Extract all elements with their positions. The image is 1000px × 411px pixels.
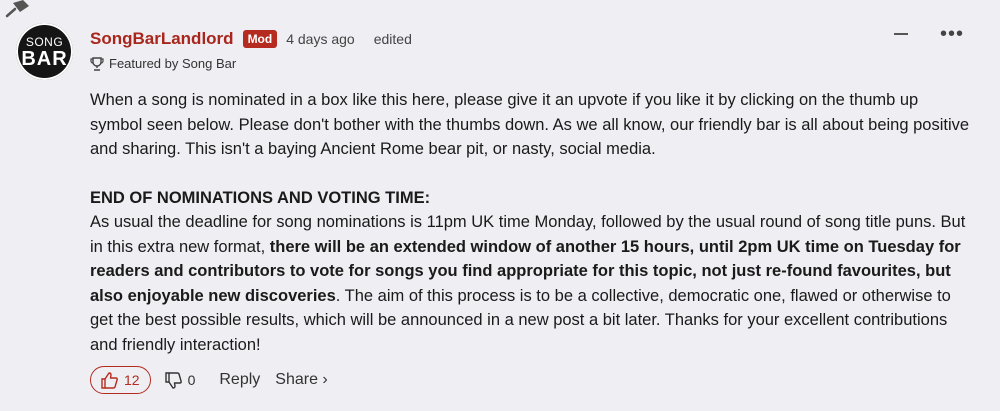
comment-heading: END OF NOMINATIONS AND VOTING TIME: [90, 188, 431, 207]
collapse-icon[interactable] [893, 33, 908, 35]
avatar-text-bottom: BAR [21, 48, 68, 70]
featured-label: Featured by Song Bar [109, 56, 237, 71]
comment-body: When a song is nominated in a box like t… [90, 88, 970, 357]
edited-label: edited [373, 31, 412, 47]
comment-header: SongBarLandlord Mod 4 days ago edited [90, 28, 412, 50]
comment-footer: 12 0 Reply Share › [90, 366, 328, 394]
featured-label-row: Featured by Song Bar [90, 56, 236, 71]
thumbs-down-icon [164, 371, 182, 389]
mod-badge: Mod [242, 30, 278, 48]
share-button[interactable]: Share › [275, 371, 327, 389]
pin-icon [5, 0, 29, 18]
downvote-button[interactable]: 0 [164, 371, 196, 389]
reply-button[interactable]: Reply [219, 371, 260, 389]
timestamp[interactable]: 4 days ago [286, 31, 355, 47]
upvote-count: 12 [124, 372, 140, 388]
more-options-icon[interactable]: ••• [940, 24, 964, 44]
trophy-icon [90, 56, 104, 71]
upvote-button[interactable]: 12 [90, 366, 151, 394]
comment-paragraph-2: As usual the deadline for song nominatio… [90, 210, 970, 357]
comment-paragraph-1: When a song is nominated in a box like t… [90, 91, 970, 158]
thumbs-up-icon [101, 371, 118, 389]
downvote-count: 0 [187, 372, 196, 388]
comment-actions: ••• [893, 24, 964, 44]
avatar[interactable]: SONG BAR [16, 23, 73, 80]
username-link[interactable]: SongBarLandlord [90, 29, 234, 49]
